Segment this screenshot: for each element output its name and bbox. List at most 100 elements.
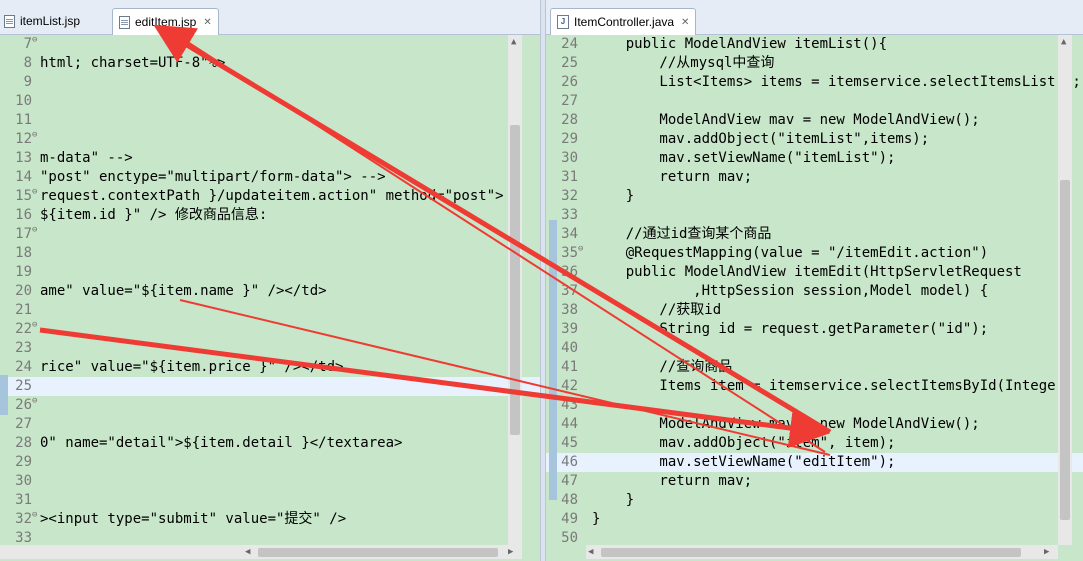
fold-toggle-icon[interactable]: ⊖ [32,392,37,411]
fold-toggle-icon[interactable]: ⊖ [578,240,583,259]
code-line[interactable]: 23 [0,339,540,358]
java-file-icon: J [557,15,569,29]
scroll-thumb[interactable] [510,125,520,435]
line-number: 13 [15,150,32,166]
fold-toggle-icon[interactable]: ⊖ [32,221,37,240]
code-line[interactable]: 33 [546,206,1083,225]
code-text: mav.addObject("itemList",items); [592,131,930,147]
left-horizontal-scrollbar[interactable]: ◀ ▶ [0,545,522,559]
code-text: ModelAndView mav = new ModelAndView(); [592,112,980,128]
tab-edititem-jsp[interactable]: editItem.jsp ✕ [112,8,219,35]
fold-toggle-icon[interactable]: ⊖ [32,183,37,202]
code-line[interactable]: 28 ModelAndView mav = new ModelAndView()… [546,111,1083,130]
code-line[interactable]: 41 //查询商品 [546,358,1083,377]
code-line[interactable]: 37 ,HttpSession session,Model model) { [546,282,1083,301]
code-line[interactable]: 38 //获取id [546,301,1083,320]
code-line[interactable]: 16 ${item.id }" /> 修改商品信息: [0,206,540,225]
code-line[interactable]: 32 ⊖ ><input type="submit" value="提交" /> [0,510,540,529]
code-line[interactable]: 13 m-data" --> [0,149,540,168]
code-line[interactable]: 22 ⊖ [0,320,540,339]
code-line[interactable]: 25 //从mysql中查询 [546,54,1083,73]
scroll-left-icon[interactable]: ◀ [245,547,250,557]
code-line[interactable]: 35 ⊖ @RequestMapping(value = "/itemEdit.a… [546,244,1083,263]
code-line[interactable]: 20 ame" value="${item.name }" /></td> [0,282,540,301]
code-line[interactable]: 18 [0,244,540,263]
scroll-thumb[interactable] [1060,180,1070,520]
fold-toggle-icon[interactable]: ⊖ [32,35,37,50]
line-number: 27 [15,416,32,432]
code-line[interactable]: 21 [0,301,540,320]
line-number: 23 [15,340,32,356]
fold-toggle-icon[interactable]: ⊖ [32,506,37,525]
code-line[interactable]: 29 [0,453,540,472]
code-line[interactable]: 24 public ModelAndView itemList(){ [546,35,1083,54]
code-line[interactable]: 27 [0,415,540,434]
code-line[interactable]: 17 ⊖ [0,225,540,244]
left-editor-pane: itemList.jsp editItem.jsp ✕ 7 ⊖ 8 html; cha… [0,0,541,561]
code-line[interactable]: 34 //通过id查询某个商品 [546,225,1083,244]
fold-toggle-icon[interactable]: ⊖ [32,316,37,335]
code-line[interactable]: 31 [0,491,540,510]
code-line[interactable]: 26 List<Items> items = itemservice.selec… [546,73,1083,92]
code-line[interactable]: 48 } [546,491,1083,510]
tab-label: itemList.jsp [20,14,81,28]
code-line[interactable]: 11 [0,111,540,130]
code-line[interactable]: 25 [0,377,540,396]
right-code-editor[interactable]: 24 public ModelAndView itemList(){25 //从… [546,35,1083,561]
code-line[interactable]: 45 mav.addObject("item", item); [546,434,1083,453]
code-line[interactable]: 27 [546,92,1083,111]
code-line[interactable]: 14 "post" enctype="multipart/form-data"> … [0,168,540,187]
left-code-editor[interactable]: 7 ⊖ 8 html; charset=UTF-8"%> 9 10 11 12 ⊖ 13 m-dat… [0,35,540,561]
code-line[interactable]: 30 mav.setViewName("itemList"); [546,149,1083,168]
code-line[interactable]: 10 [0,92,540,111]
code-line[interactable]: 40 [546,339,1083,358]
code-line[interactable]: 43 [546,396,1083,415]
scroll-up-icon[interactable]: ▲ [1061,37,1066,47]
code-line[interactable]: 46 mav.setViewName("editItem"); [546,453,1083,472]
line-number: 32 [15,511,32,527]
code-text: rice" value="${item.price }" /></td> [40,359,344,375]
line-number: 25 [561,55,578,71]
line-number: 22 [15,321,32,337]
code-line[interactable]: 7 ⊖ [0,35,540,54]
fold-toggle-icon[interactable]: ⊖ [32,126,37,145]
code-line[interactable]: 9 [0,73,540,92]
code-line[interactable]: 30 [0,472,540,491]
scroll-thumb[interactable] [258,548,498,557]
code-line[interactable]: 24 rice" value="${item.price }" /></td> [0,358,540,377]
code-text: //查询商品 [592,359,733,375]
scroll-left-icon[interactable]: ◀ [588,547,593,557]
right-vertical-scrollbar[interactable]: ▲ [1058,35,1072,545]
right-editor-pane: J ItemController.java ✕ 24 public ModelA… [545,0,1083,561]
scroll-thumb[interactable] [601,548,1021,557]
code-line[interactable]: 19 [0,263,540,282]
code-line[interactable]: 26 ⊖ [0,396,540,415]
left-vertical-scrollbar[interactable]: ▲ [508,35,522,545]
code-text: @RequestMapping(value = "/itemEdit.actio… [592,245,989,261]
code-line[interactable]: 28 0" name="detail">${item.detail }</text… [0,434,540,453]
code-text: ><input type="submit" value="提交" /> [40,511,347,527]
code-line[interactable]: 8 html; charset=UTF-8"%> [0,54,540,73]
code-line[interactable]: 15 ⊖ request.contextPath }/updateitem.acti… [0,187,540,206]
code-line[interactable]: 49} [546,510,1083,529]
scroll-right-icon[interactable]: ▶ [508,547,513,557]
right-tab-bar: J ItemController.java ✕ [546,0,1083,35]
line-number: 49 [561,511,578,527]
scroll-up-icon[interactable]: ▲ [511,37,516,47]
line-number: 27 [561,93,578,109]
right-horizontal-scrollbar[interactable]: ◀ ▶ [586,545,1058,559]
code-line[interactable]: 31 return mav; [546,168,1083,187]
close-icon[interactable]: ✕ [681,17,689,28]
tab-itemcontroller-java[interactable]: J ItemController.java ✕ [550,8,697,35]
code-line[interactable]: 44 ModelAndView mav = new ModelAndView()… [546,415,1083,434]
code-line[interactable]: 32 } [546,187,1083,206]
scroll-right-icon[interactable]: ▶ [1044,547,1049,557]
code-line[interactable]: 12 ⊖ [0,130,540,149]
code-line[interactable]: 29 mav.addObject("itemList",items); [546,130,1083,149]
tab-itemlist-jsp[interactable]: itemList.jsp [4,8,80,34]
close-icon[interactable]: ✕ [203,17,211,28]
code-line[interactable]: 47 return mav; [546,472,1083,491]
code-line[interactable]: 42 Items item = itemservice.selectItemsB… [546,377,1083,396]
code-line[interactable]: 36 public ModelAndView itemEdit(HttpServ… [546,263,1083,282]
code-line[interactable]: 39 String id = request.getParameter("id"… [546,320,1083,339]
